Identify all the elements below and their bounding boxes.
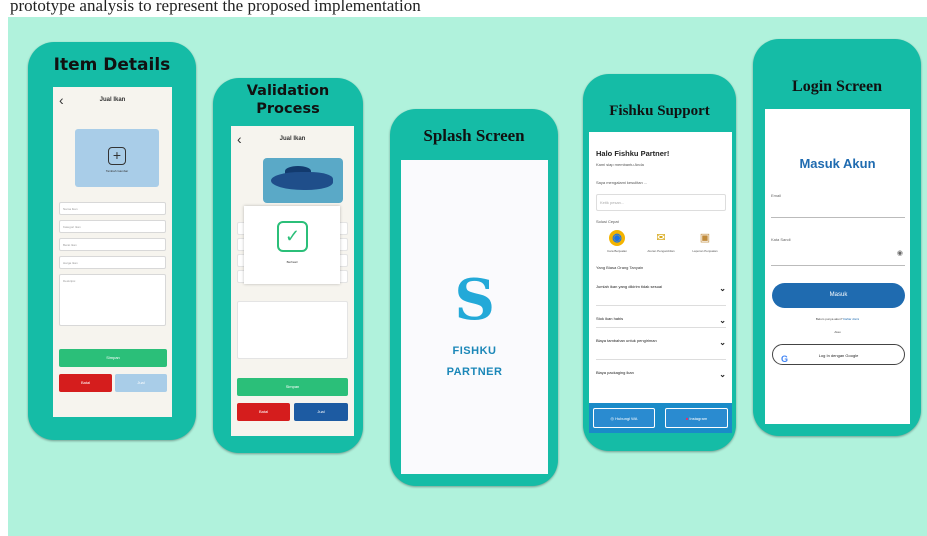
register-link[interactable]: Daftar disini (843, 317, 859, 321)
phone-title: Item Details (53, 55, 171, 75)
item-details-screen: ‹ Jual Ikan + Tambah Gambar Nama Ikan Ka… (53, 87, 172, 417)
sell-button[interactable]: Jual (294, 403, 348, 421)
whatsapp-label: Hubungi WA (615, 416, 638, 421)
screen-header-title: Jual Ikan (99, 97, 126, 103)
phone-title: Fishku Support (609, 103, 710, 119)
email-label: Email (771, 193, 782, 198)
cancel-button[interactable]: Batal (59, 374, 112, 392)
google-login-button[interactable]: G Log In dengan Google (772, 344, 905, 365)
phone-title-line2: Process (256, 101, 320, 117)
eye-icon[interactable]: ◉ (897, 249, 903, 257)
login-heading: Masuk Akun (799, 156, 876, 171)
selling-guide-icon[interactable]: ◉ (609, 230, 625, 246)
chevron-down-icon: ⌄ (719, 370, 726, 379)
password-field[interactable] (771, 265, 905, 266)
faq-heading: Yang Biasa Orang Tanyain (596, 265, 644, 270)
faq-question: Biaya packaging ikan (596, 370, 634, 375)
cancel-button[interactable]: Batal (237, 403, 290, 421)
instagram-label: Instagram (689, 416, 708, 421)
submit-button[interactable]: Simpan (59, 349, 167, 367)
solution-label: Aturan Pengambilan (647, 249, 675, 253)
support-help-text: Kami siap membantu Anda (596, 162, 644, 167)
success-dialog: ✓ Berhasil (244, 206, 340, 284)
login-button[interactable]: Masuk (772, 283, 905, 308)
phone-title-line1: Validation (246, 83, 330, 99)
fish-body (271, 172, 333, 190)
faq-item[interactable]: Biaya tambahan untuk pengiriman ⌄ (596, 338, 726, 360)
faq-question: Biaya tambahan untuk pengiriman (596, 338, 657, 343)
email-field[interactable] (771, 217, 905, 218)
screen-header: ‹ Jual Ikan (231, 131, 354, 148)
validation-screen: ‹ Jual Ikan ✓ Berhasil Simpan Batal Jual (231, 126, 354, 436)
or-divider: Atau (834, 330, 841, 334)
instagram-button[interactable]: ■ Instagram (665, 408, 728, 428)
faq-item[interactable]: Stok ikan habis ⌄ (596, 316, 726, 328)
login-screen: Masuk Akun Email Kata Sandi ◉ Masuk Belu… (765, 109, 910, 424)
phone-title: Splash Screen (423, 126, 525, 145)
fish-name-field[interactable]: Nama Ikan (59, 202, 166, 215)
google-icon: G (781, 354, 789, 364)
phone-splash: Splash Screen S FISHKU PARTNER (390, 109, 558, 486)
faq-question: Jumlah ikan yang dikirim tidak sesuai (596, 284, 663, 289)
phone-title: Login Screen (792, 78, 882, 95)
faq-item[interactable]: Jumlah ikan yang dikirim tidak sesuai ⌄ (596, 284, 726, 306)
sell-button[interactable]: Jual (115, 374, 167, 392)
faq-question: Stok ikan habis (596, 316, 624, 321)
support-bottom-bar: ◎ Hubungi WA ■ Instagram (589, 403, 732, 433)
submit-button[interactable]: Simpan (237, 378, 348, 396)
support-greeting: Halo Fishku Partner! (596, 149, 670, 158)
success-label: Berhasil (286, 260, 298, 264)
phone-validation: Validation Process ‹ Jual Ikan ✓ Berhasi… (213, 78, 363, 453)
fish-weight-field[interactable]: Berat Ikan (59, 238, 166, 251)
quick-solution-heading: Solusi Cepat (596, 219, 619, 224)
faq-item[interactable]: Biaya packaging ikan ⌄ (596, 370, 726, 382)
phone-login: Login Screen Masuk Akun Email Kata Sandi… (753, 39, 921, 436)
google-login-label: Log In dengan Google (818, 353, 859, 358)
figure-caption: prototype analysis to represent the prop… (10, 0, 421, 15)
support-message-input[interactable]: Ketik pesan... (596, 194, 726, 211)
mockup-canvas: Item Details ‹ Jual Ikan + Tambah Gambar… (8, 17, 927, 536)
chevron-down-icon: ⌄ (719, 338, 726, 347)
register-text: Belum punya akun? (815, 317, 843, 321)
fishku-logo-icon: S (454, 267, 495, 333)
support-screen: Halo Fishku Partner! Kami siap membantu … (589, 132, 732, 433)
phone-support: Fishku Support Halo Fishku Partner! Kami… (583, 74, 736, 451)
brand-subtitle: PARTNER (446, 366, 503, 378)
password-label: Kata Sandi (771, 237, 791, 242)
fish-category-field[interactable]: Kategori Ikan (59, 220, 166, 233)
solution-label: Laporan Penjualan (692, 249, 718, 253)
fish-description-field[interactable]: Deskripsi (59, 274, 166, 326)
upload-image-box[interactable]: + Tambah Gambar (75, 129, 159, 187)
upload-label: Tambah Gambar (105, 169, 129, 173)
screen-header: ‹ Jual Ikan (53, 92, 172, 109)
sales-report-icon[interactable]: ▣ (697, 230, 713, 246)
whatsapp-button[interactable]: ◎ Hubungi WA (593, 408, 655, 428)
chevron-down-icon: ⌄ (719, 316, 726, 325)
brand-name: FISHKU (452, 345, 497, 357)
plus-icon: + (108, 147, 126, 165)
support-problem-text: Saya mengalami kesulitan ... (596, 180, 648, 185)
fish-image (263, 158, 343, 203)
fish-price-field[interactable]: Harga Ikan (59, 256, 166, 269)
chevron-down-icon: ⌄ (719, 284, 726, 293)
description-field (237, 301, 348, 359)
register-prompt: Belum punya akun? Daftar disini (765, 317, 910, 321)
pickup-rules-icon[interactable]: ✉ (653, 230, 669, 246)
screen-header-title: Jual Ikan (279, 136, 306, 142)
checkmark-icon: ✓ (277, 221, 308, 252)
solution-label: Cara Berjualan (606, 249, 627, 253)
splash-screen: S FISHKU PARTNER (401, 160, 548, 474)
phone-item-details: Item Details ‹ Jual Ikan + Tambah Gambar… (28, 42, 196, 440)
